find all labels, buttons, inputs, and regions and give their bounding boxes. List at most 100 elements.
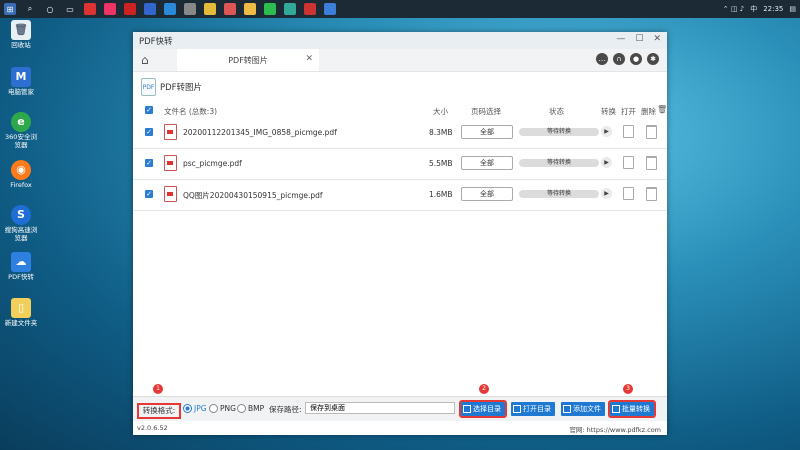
page-select-button[interactable]: 全部	[461, 125, 513, 139]
window-title: PDF快转	[139, 36, 173, 47]
app-icon[interactable]	[304, 3, 316, 15]
pdf-to-image-icon: PDF	[141, 78, 156, 96]
app-icon[interactable]	[244, 3, 256, 15]
tab-label: PDF转图片	[228, 55, 268, 65]
file-name: 20200112201345_IMG_0858_picmge.pdf	[183, 128, 337, 137]
row-checkbox[interactable]: ✓	[145, 128, 153, 136]
app-icon[interactable]	[144, 3, 156, 15]
col-status: 状态	[549, 107, 564, 116]
delete-icon[interactable]	[646, 156, 657, 170]
col-convert: 转换	[601, 107, 616, 116]
add-file-label: 添加文件	[573, 405, 601, 413]
desktop-icon-label: Firefox	[10, 181, 32, 189]
table-row: ✓ 20200112201345_IMG_0858_picmge.pdf 8.3…	[133, 118, 667, 149]
row-checkbox[interactable]: ✓	[145, 190, 153, 198]
desktop-icon-recycle-bin[interactable]: 🗑 回收站	[4, 20, 38, 50]
headset-icon[interactable]: ∩	[613, 53, 625, 65]
app-icon[interactable]	[284, 3, 296, 15]
open-file-icon[interactable]	[623, 156, 634, 169]
footer: v2.0.6.52 官网: https://www.pdfkz.com	[133, 421, 667, 435]
radio-button[interactable]	[183, 404, 192, 413]
delete-icon[interactable]	[646, 187, 657, 201]
convert-play-icon[interactable]: ▶	[601, 188, 612, 199]
website-text[interactable]: 官网: https://www.pdfkz.com	[569, 424, 661, 434]
format-radio-png[interactable]: PNG	[209, 404, 236, 413]
format-label-bmp: BMP	[248, 404, 265, 413]
desktop-icon-label: 360安全浏览器	[5, 133, 37, 149]
version-text: v2.0.6.52	[137, 424, 168, 432]
file-name: QQ图片20200430150915_picmge.pdf	[183, 191, 323, 200]
close-icon[interactable]: ✕	[653, 34, 661, 44]
gear-icon[interactable]: ✱	[647, 53, 659, 65]
window-controls: — ☐ ✕	[616, 34, 661, 44]
notification-icon[interactable]: ▤	[789, 5, 796, 13]
header-icons: … ∩ ● ✱	[596, 53, 659, 65]
pdf-file-icon	[164, 124, 177, 140]
pc-manager-icon: M	[11, 67, 31, 87]
desktop-icon-pc-manager[interactable]: M 电脑管家	[4, 67, 38, 97]
save-path-input[interactable]	[305, 402, 455, 414]
add-file-button[interactable]: 添加文件	[561, 402, 605, 416]
format-radio-jpg[interactable]: JPG	[183, 404, 207, 413]
tab-close-icon[interactable]: ✕	[305, 54, 313, 64]
home-icon[interactable]: ⌂	[141, 53, 149, 67]
app-icon[interactable]	[84, 3, 96, 15]
edge-icon[interactable]	[164, 3, 176, 15]
radio-button[interactable]	[209, 404, 218, 413]
format-label: 转换格式:	[137, 403, 181, 419]
clock[interactable]: 22:35	[763, 5, 783, 13]
folder-icon[interactable]	[204, 3, 216, 15]
app-icon[interactable]	[224, 3, 236, 15]
pdf-file-icon	[164, 155, 177, 171]
desktop-icon-360-browser[interactable]: e 360安全浏览器	[4, 112, 38, 150]
convert-play-icon[interactable]: ▶	[601, 157, 612, 168]
tray-icons[interactable]: ⌃ ◫ ♪	[723, 5, 744, 13]
desktop-icon-label: PDF快转	[8, 273, 34, 281]
open-dir-button[interactable]: 打开目录	[511, 402, 555, 416]
step-badge-1: 1	[153, 384, 163, 394]
radio-button[interactable]	[237, 404, 246, 413]
app-icon[interactable]	[104, 3, 116, 15]
input-lang-indicator[interactable]: 中	[750, 4, 757, 14]
minimize-icon[interactable]: —	[616, 34, 625, 44]
status-badge: 等待转换	[519, 159, 599, 167]
user-icon[interactable]: ●	[630, 53, 642, 65]
delete-all-icon[interactable]: 🗑	[657, 105, 667, 114]
desktop-icon-pdf-app[interactable]: ☁ PDF快转	[4, 252, 38, 282]
windows-start-icon[interactable]: ⊞	[4, 3, 16, 15]
cortana-icon[interactable]: ○	[44, 3, 56, 15]
desktop-icon-sogou-browser[interactable]: S 搜狗高速浏览器	[4, 205, 38, 243]
pdf-app-icon[interactable]	[324, 3, 336, 15]
app-icon[interactable]	[124, 3, 136, 15]
page-select-button[interactable]: 全部	[461, 187, 513, 201]
format-radio-bmp[interactable]: BMP	[237, 404, 264, 413]
search-icon[interactable]: ⌕	[24, 3, 36, 15]
pdf-app-icon: ☁	[11, 252, 31, 272]
pdf-file-icon	[164, 186, 177, 202]
delete-icon[interactable]	[646, 125, 657, 139]
chat-icon[interactable]: …	[596, 53, 608, 65]
file-size: 5.5MB	[429, 159, 453, 168]
sogou-browser-icon: S	[11, 205, 31, 225]
app-icon[interactable]	[184, 3, 196, 15]
row-checkbox[interactable]: ✓	[145, 159, 153, 167]
save-path-label: 保存路径:	[269, 405, 302, 414]
window-titlebar[interactable]: PDF快转 — ☐ ✕	[133, 32, 667, 49]
batch-convert-button[interactable]: 批量转换	[608, 400, 656, 418]
desktop-icon-firefox[interactable]: ◉ Firefox	[4, 160, 38, 190]
tab-pdf-to-image[interactable]: PDF转图片 ✕	[177, 49, 319, 71]
maximize-icon[interactable]: ☐	[635, 34, 643, 44]
wechat-icon[interactable]	[264, 3, 276, 15]
desktop-icon-label: 回收站	[11, 41, 31, 49]
desktop-icon-new-folder[interactable]: ▯ 新建文件夹	[4, 298, 38, 328]
open-file-icon[interactable]	[623, 125, 634, 138]
open-file-icon[interactable]	[623, 187, 634, 200]
taskbar: ⊞ ⌕ ○ ▭ ⌃ ◫ ♪ 中 22:35 ▤	[0, 0, 800, 18]
360-browser-icon: e	[11, 112, 31, 132]
convert-play-icon[interactable]: ▶	[601, 126, 612, 137]
page-select-button[interactable]: 全部	[461, 156, 513, 170]
select-all-checkbox[interactable]: ✓	[145, 106, 153, 114]
choose-dir-button[interactable]: 选择目录	[459, 400, 507, 418]
file-name: psc_picmge.pdf	[183, 159, 242, 168]
task-view-icon[interactable]: ▭	[64, 3, 76, 15]
